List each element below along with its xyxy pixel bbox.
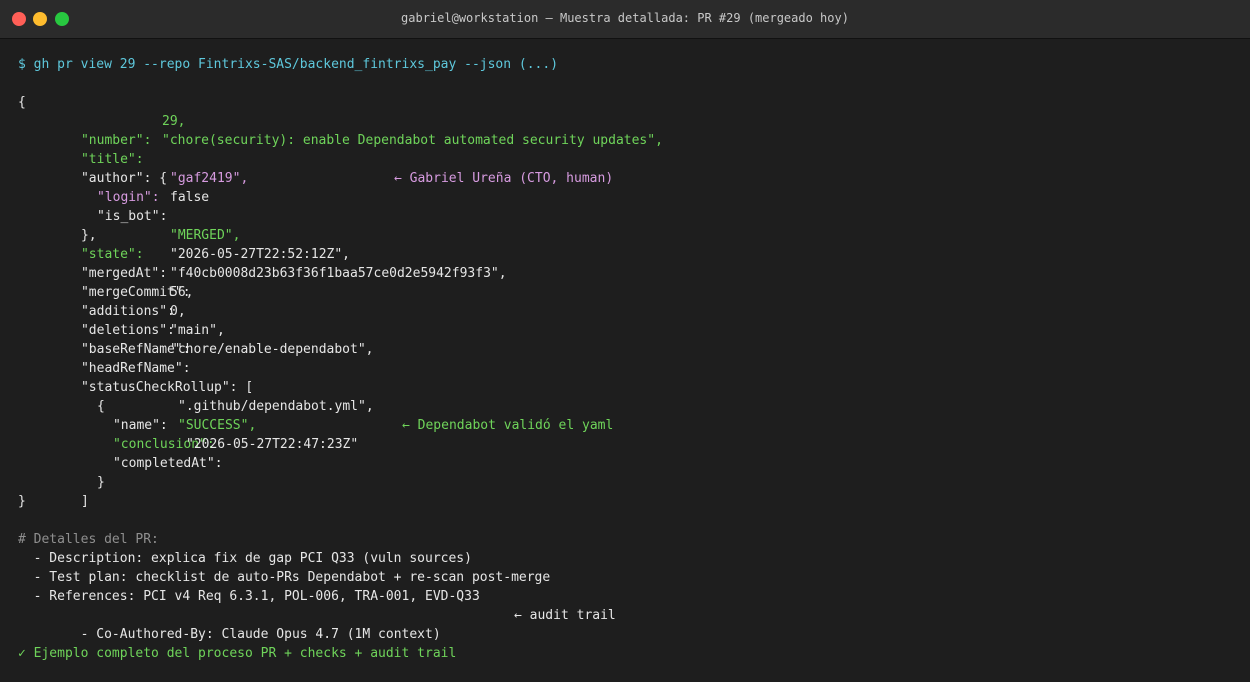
footer-success-line: ✓ Ejemplo completo del proceso PR + chec…: [18, 646, 457, 661]
json-open: {: [18, 95, 26, 110]
json-base-ref-line: "baseRefName": "main",: [18, 321, 1240, 357]
completed-at-value: "2026-05-27T22:47:23Z": [186, 437, 359, 452]
json-check-name-line: "name": ".github/dependabot.yml",: [18, 397, 1240, 433]
state-value: "MERGED",: [170, 228, 241, 243]
additions-value: 56,: [170, 285, 194, 300]
json-title-line: "title": "chore(security): enable Depend…: [18, 131, 1240, 167]
check-name-value: ".github/dependabot.yml",: [178, 399, 374, 414]
json-close: }: [18, 494, 26, 509]
details-references: - References: PCI v4 Req 6.3.1, POL-006,…: [18, 589, 480, 604]
title-bar: gabriel@workstation — Muestra detallada:…: [0, 0, 1250, 39]
json-state-line: "state": "MERGED",: [18, 226, 1240, 262]
is-bot-value: false: [170, 190, 210, 205]
details-test-plan: - Test plan: checklist de auto-PRs Depen…: [18, 570, 551, 585]
details-description: - Description: explica fix de gap PCI Q3…: [18, 551, 472, 566]
command-line: $ gh pr view 29 --repo Fintrixs-SAS/back…: [18, 57, 559, 72]
title-value: "chore(security): enable Dependabot auto…: [162, 133, 663, 148]
json-head-ref-line: "headRefName": "chore/enable-dependabot"…: [18, 340, 1240, 376]
json-check-open: {: [18, 378, 1240, 414]
json-login-line: "login": "gaf2419", ← Gabriel Ureña (CTO…: [18, 169, 1240, 205]
json-is-bot-line: "is_bot": false: [18, 188, 1240, 224]
merged-at-value: "2026-05-27T22:52:12Z",: [170, 247, 351, 262]
window-title: gabriel@workstation — Muestra detallada:…: [401, 11, 849, 25]
json-conclusion-line: "conclusion": "SUCCESS", ← Dependabot va…: [18, 416, 1240, 452]
conclusion-annotation: ← Dependabot validó el yaml: [402, 418, 614, 433]
co-authored-annotation: ← audit trail: [514, 608, 616, 623]
details-heading: # Detalles del PR:: [18, 532, 159, 547]
json-check-close: }: [18, 454, 1240, 490]
details-co-authored-line: - Co-Authored-By: Claude Opus 4.7 (1M co…: [18, 606, 1240, 642]
deletions-value: 0,: [170, 304, 186, 319]
merge-commit-value: "f40cb0008d23b63f36f1baa57ce0d2e5942f93f…: [170, 266, 507, 281]
number-value: 29,: [162, 114, 186, 129]
json-merge-commit-line: "mergeCommit": "f40cb0008d23b63f36f1baa5…: [18, 264, 1240, 300]
json-merged-at-line: "mergedAt": "2026-05-27T22:52:12Z",: [18, 245, 1240, 281]
json-completed-at-line: "completedAt": "2026-05-27T22:47:23Z": [18, 435, 1240, 471]
login-annotation: ← Gabriel Ureña (CTO, human): [394, 171, 614, 186]
login-value: "gaf2419",: [170, 171, 249, 186]
terminal-window: gabriel@workstation — Muestra detallada:…: [0, 0, 1250, 682]
json-status-check-open: "statusCheckRollup": [: [18, 359, 1240, 395]
json-array-close: ]: [18, 473, 1240, 509]
json-additions-line: "additions": 56,: [18, 283, 1240, 319]
head-ref-value: "chore/enable-dependabot",: [170, 342, 374, 357]
terminal-output[interactable]: $ gh pr view 29 --repo Fintrixs-SAS/back…: [18, 55, 1240, 663]
base-ref-value: "main",: [170, 323, 225, 338]
conclusion-value: "SUCCESS",: [178, 418, 257, 433]
json-author-close: },: [18, 207, 1240, 243]
json-author-open: "author": {: [18, 150, 1240, 186]
json-number-line: "number": 29,: [18, 112, 1240, 148]
json-deletions-line: "deletions": 0,: [18, 302, 1240, 338]
